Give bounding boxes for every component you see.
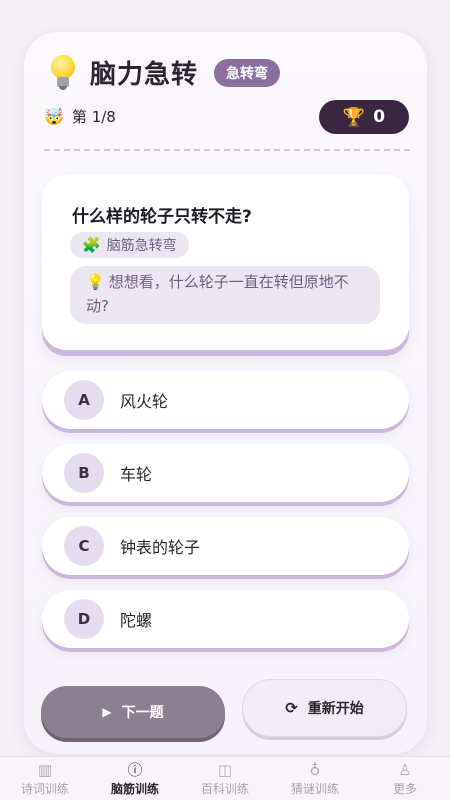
tab-more[interactable]: ♙ 更多 <box>360 757 450 800</box>
trophy-icon: 🏆 <box>342 106 366 128</box>
score-value: 0 <box>373 107 386 127</box>
option-text: 风火轮 <box>120 392 169 411</box>
page-title: 脑力急转 <box>90 60 199 90</box>
bottom-tab-bar: ▥ 诗词训练 ⓘ 脑筋训练 ◫ 百科训练 ♁ 猜谜训练 ♙ 更多 <box>0 756 450 800</box>
hint-text: 想想看，什么轮子一直在转但原地不动? <box>86 273 349 315</box>
open-book-icon: ◫ <box>217 760 233 779</box>
tab-label: 猜谜训练 <box>290 781 339 796</box>
dashed-divider <box>44 149 410 151</box>
option-letter: B <box>64 453 104 493</box>
option-letter: A <box>64 380 104 420</box>
option-a[interactable]: A 风火轮 <box>42 371 409 429</box>
question-circle-icon: ⓘ <box>127 760 143 779</box>
tab-label: 诗词训练 <box>20 781 69 796</box>
question-card: 什么样的轮子只转不走? 🧩 脑筋急转弯 💡 想想看，什么轮子一直在转但原地不动? <box>42 175 409 350</box>
tab-poetry-training[interactable]: ▥ 诗词训练 <box>0 757 90 800</box>
hint-box: 💡 想想看，什么轮子一直在转但原地不动? <box>70 266 380 324</box>
option-letter: D <box>64 599 104 639</box>
tab-label: 脑筋训练 <box>110 781 159 796</box>
lightbulb-icon: ♁ <box>309 760 321 779</box>
score-badge: 🏆 0 <box>319 100 409 134</box>
book-icon: ▥ <box>37 760 53 779</box>
option-b[interactable]: B 车轮 <box>42 444 409 502</box>
puzzle-icon: 🧩 <box>82 236 101 254</box>
question-category-chip: 🧩 脑筋急转弯 <box>70 232 189 258</box>
refresh-icon: ⟳ <box>285 699 298 717</box>
tab-label: 百科训练 <box>200 781 249 796</box>
tab-encyclopedia-training[interactable]: ◫ 百科训练 <box>180 757 270 800</box>
next-question-button[interactable]: ▶ 下一题 <box>41 686 225 738</box>
option-c[interactable]: C 钟表的轮子 <box>42 517 409 575</box>
question-category: 脑筋急转弯 <box>106 238 177 254</box>
question-text: 什么样的轮子只转不走? <box>72 207 252 227</box>
option-text: 车轮 <box>120 465 153 484</box>
lightbulb-icon <box>48 54 78 91</box>
next-question-label: 下一题 <box>121 705 164 721</box>
restart-button[interactable]: ⟳ 重新开始 <box>242 679 407 737</box>
exploding-head-emoji-icon: 🤯 <box>44 107 64 126</box>
restart-label: 重新开始 <box>307 701 364 717</box>
progress-indicator: 🤯 第 1/8 <box>44 106 116 127</box>
option-text: 钟表的轮子 <box>120 538 201 557</box>
option-d[interactable]: D 陀螺 <box>42 590 409 648</box>
page-header: 脑力急转 急转弯 <box>48 54 281 91</box>
option-letter: C <box>64 526 104 566</box>
category-tag: 急转弯 <box>214 58 281 87</box>
tab-brain-training[interactable]: ⓘ 脑筋训练 <box>90 757 180 800</box>
play-icon: ▶ <box>102 705 112 719</box>
progress-label: 第 1/8 <box>71 108 116 126</box>
person-icon: ♙ <box>398 760 412 779</box>
tab-riddle-training[interactable]: ♁ 猜谜训练 <box>270 757 360 800</box>
lightbulb-icon: 💡 <box>86 273 105 291</box>
option-text: 陀螺 <box>120 611 153 630</box>
tab-label: 更多 <box>392 781 417 796</box>
